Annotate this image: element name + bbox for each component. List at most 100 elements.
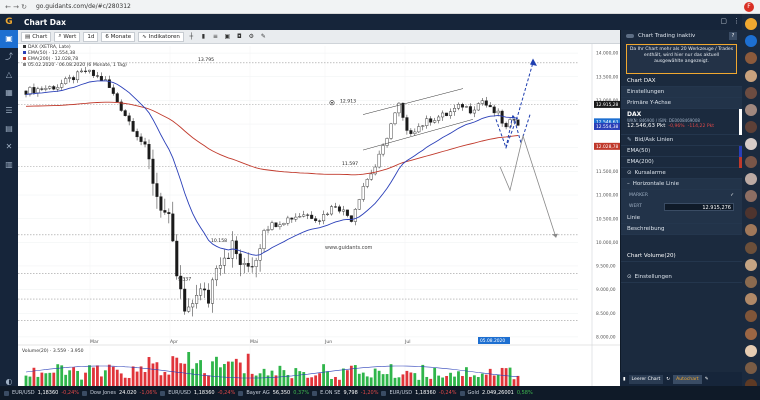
- guidants-logo[interactable]: G: [0, 14, 18, 30]
- user-avatar[interactable]: [745, 138, 757, 151]
- user-avatar[interactable]: [745, 327, 757, 340]
- user-avatar[interactable]: [745, 224, 757, 237]
- candle-body: [468, 106, 472, 114]
- volume-bar: [322, 364, 325, 386]
- user-avatar[interactable]: [745, 207, 757, 220]
- tools-icon[interactable]: ✕: [0, 138, 18, 156]
- bid-ask-row[interactable]: ✎ Bid/Ask Linien: [621, 135, 742, 146]
- candle-type-icon[interactable]: ▮: [199, 32, 208, 42]
- einstellungen-volume-row[interactable]: ⊙ Einstellungen: [621, 272, 742, 283]
- ticker-item[interactable]: EUR/USD 1,18360 -0,24%: [381, 390, 457, 396]
- user-avatar[interactable]: [745, 276, 757, 288]
- watchlist-icon[interactable]: ▤: [0, 120, 18, 138]
- save-icon[interactable]: ▣: [223, 32, 232, 42]
- help-icon[interactable]: ?: [729, 32, 737, 40]
- volume-label: Volume(20) · 3.559 · 3.950: [22, 348, 84, 354]
- ema200-row[interactable]: EMA(200): [621, 157, 742, 168]
- candle-body: [353, 208, 357, 222]
- wert-button[interactable]: ⌕ Wert: [54, 31, 81, 42]
- portfolio-icon[interactable]: ▦: [0, 84, 18, 102]
- candle-body: [504, 123, 508, 128]
- user-avatar[interactable]: [745, 293, 757, 306]
- address-bar[interactable]: go.guidants.com/de/#c/280312: [36, 3, 744, 10]
- kursalarme-row[interactable]: ⊙ Kursalarme: [621, 168, 742, 179]
- brush-icon[interactable]: ✎: [705, 377, 709, 382]
- user-avatar[interactable]: [745, 258, 757, 271]
- user-avatar[interactable]: [745, 35, 757, 48]
- candle-body: [417, 126, 421, 133]
- user-avatar[interactable]: [745, 172, 757, 185]
- candle-body: [87, 69, 91, 72]
- news-icon[interactable]: ☰: [0, 102, 18, 120]
- toggle-switch-icon[interactable]: [626, 34, 634, 38]
- more-icon[interactable]: ⋮: [733, 17, 740, 25]
- user-avatar[interactable]: [745, 86, 757, 99]
- horizontale-linie-label: Horizontale Linie: [632, 181, 679, 187]
- dax-instrument-box[interactable]: DAX WKN: 846900 / ISIN: DE0008469008 12.…: [621, 109, 742, 135]
- alarm-icon: ⊙: [627, 170, 632, 176]
- volume-bar: [425, 376, 429, 386]
- chart-icon[interactable]: ▣: [0, 30, 18, 48]
- search-icon: ⌕: [58, 33, 62, 39]
- ticker-value: 56,350: [272, 390, 291, 396]
- volume-bar: [484, 374, 488, 386]
- chart-area[interactable]: 14.000,0013.500,0013.000,0012.500,0012.0…: [18, 44, 620, 400]
- leerer-chart-button[interactable]: Leerer Chart: [628, 374, 664, 384]
- interval-button[interactable]: 1d: [83, 31, 99, 42]
- candle-body: [115, 93, 119, 103]
- notification-badge-icon[interactable]: [745, 18, 757, 30]
- compare-icon[interactable]: ≡: [211, 32, 220, 42]
- marker-row[interactable]: MARKER ✓: [621, 190, 742, 200]
- forward-icon[interactable]: →: [12, 3, 20, 11]
- profile-avatar[interactable]: F: [744, 1, 754, 12]
- settings-icon[interactable]: ⚙: [247, 32, 256, 42]
- beschreibung-row[interactable]: Beschreibung: [621, 224, 742, 235]
- indicators-button[interactable]: ∿ Indikatoren: [138, 31, 184, 42]
- share-icon[interactable]: ⤴: [0, 48, 18, 66]
- price-chart-svg[interactable]: 14.000,0013.500,0013.000,0012.500,0012.0…: [18, 44, 620, 386]
- einstellungen-volume-label: Einstellungen: [634, 274, 672, 280]
- linie-row[interactable]: Linie: [621, 213, 742, 224]
- user-avatar[interactable]: [745, 241, 757, 254]
- trash-icon[interactable]: ▮: [623, 377, 626, 382]
- ema50-row[interactable]: EMA(50): [621, 146, 742, 157]
- info-icon[interactable]: ▥: [0, 156, 18, 174]
- reload-icon[interactable]: ↻: [20, 3, 28, 11]
- wert-input[interactable]: 12.915,276: [664, 202, 734, 211]
- user-avatar[interactable]: [745, 362, 757, 374]
- ticker-item[interactable]: Gold 2.049,26001 0,58%: [459, 390, 533, 396]
- user-avatar[interactable]: [745, 69, 757, 82]
- user-avatar[interactable]: [745, 310, 757, 323]
- x-tick-label: Apr: [170, 339, 178, 345]
- volume-bar: [326, 371, 329, 386]
- camera-icon[interactable]: ◘: [235, 32, 244, 42]
- user-avatar[interactable]: [745, 344, 757, 357]
- volume-bar: [290, 378, 294, 386]
- ticker-item[interactable]: EUR/USD 1,18360 -0,24%: [4, 390, 79, 396]
- user-avatar[interactable]: [745, 104, 757, 116]
- einstellungen-row[interactable]: Einstellungen: [621, 87, 742, 98]
- ticker-item[interactable]: Bayer AG 56,350 0,37%: [238, 390, 309, 396]
- price-axis-label: 12.915,28: [596, 102, 619, 108]
- legend-ema50: EMA(50) · 12.554,38: [28, 51, 76, 56]
- chart-button[interactable]: ▤ Chart: [21, 31, 52, 42]
- user-avatar[interactable]: [745, 121, 757, 134]
- maximize-icon[interactable]: ▢: [720, 17, 727, 25]
- dax-price: 12.546,63 Pkt: [627, 123, 666, 129]
- draw-icon[interactable]: ✎: [259, 32, 268, 42]
- range-button[interactable]: 6 Monate: [101, 31, 136, 42]
- crosshair-icon[interactable]: ┼: [187, 32, 196, 42]
- user-avatar[interactable]: [745, 190, 757, 202]
- refresh-icon[interactable]: ↻: [666, 377, 670, 382]
- alert-icon[interactable]: △: [0, 66, 18, 84]
- user-avatar[interactable]: [745, 52, 757, 65]
- autochart-button[interactable]: Autochart: [673, 374, 702, 384]
- primaere-achse-row[interactable]: Primäre Y-Achse: [621, 98, 742, 109]
- user-avatar[interactable]: [745, 155, 757, 168]
- ticker-item[interactable]: E.ON SE 9,798 -1,20%: [312, 390, 378, 396]
- ticker-item[interactable]: Dow Jones 24.020 -1,06%: [82, 390, 157, 396]
- ticker-item[interactable]: EUR/USD 1,18360 -0,24%: [160, 390, 235, 396]
- horizontale-linie-row[interactable]: – Horizontale Linie: [621, 179, 742, 190]
- contrast-icon[interactable]: ◐: [0, 377, 18, 386]
- back-icon[interactable]: ←: [4, 3, 12, 11]
